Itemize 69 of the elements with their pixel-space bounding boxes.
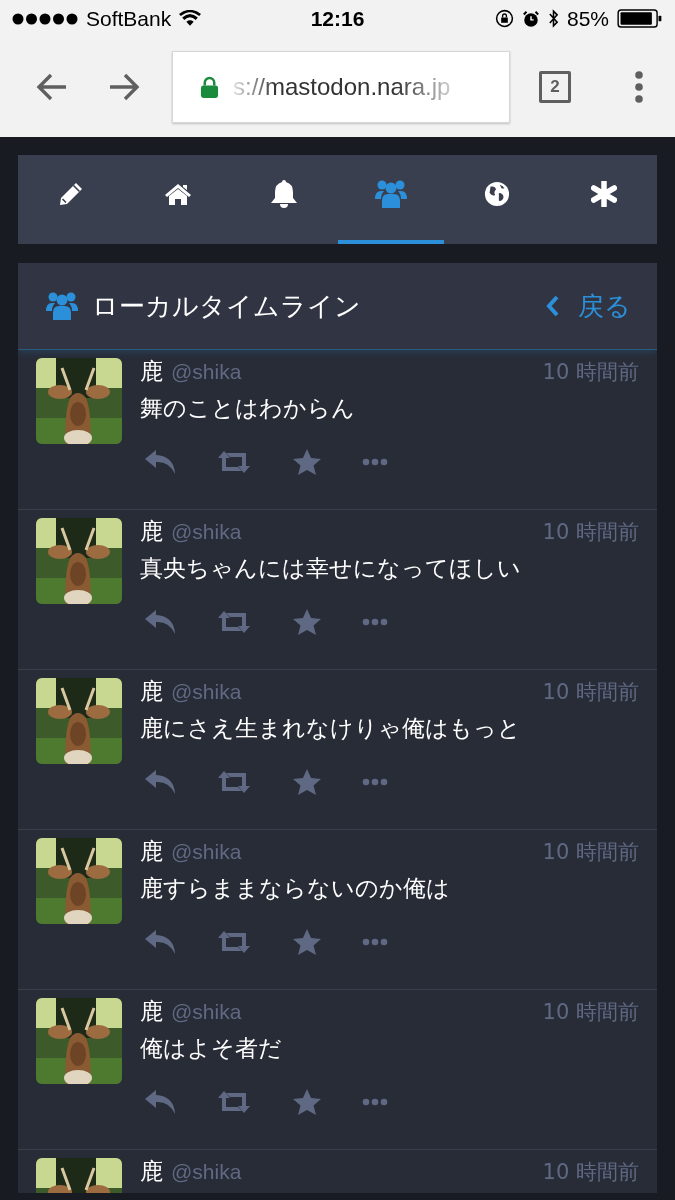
lock-icon [200, 75, 219, 99]
star-icon[interactable] [292, 768, 322, 796]
more-options-icon[interactable] [362, 1098, 388, 1106]
rotation-lock-icon [494, 9, 514, 28]
alarm-icon [521, 9, 540, 28]
username[interactable]: @shika [171, 360, 242, 384]
address-bar[interactable]: s://mastodon.nara.jp [172, 51, 510, 123]
reply-icon[interactable] [144, 929, 176, 955]
bluetooth-icon [547, 8, 559, 29]
bell-icon [270, 179, 299, 209]
boost-icon[interactable] [216, 1090, 252, 1114]
more-options-icon[interactable] [362, 458, 388, 466]
boost-icon[interactable] [216, 930, 252, 954]
username[interactable]: @shika [171, 1160, 242, 1184]
star-icon[interactable] [292, 608, 322, 636]
more-options-icon[interactable] [362, 618, 388, 626]
timestamp[interactable]: 10 時間前 [542, 518, 639, 546]
display-name[interactable]: 鹿 [140, 996, 163, 1027]
signal-icon [12, 12, 78, 25]
boost-icon[interactable] [216, 770, 252, 794]
menu-icon[interactable] [634, 70, 644, 104]
status-text: 俺はよそ者だ [140, 1034, 283, 1063]
username[interactable]: @shika [171, 520, 242, 544]
reply-icon[interactable] [144, 769, 176, 795]
display-name[interactable]: 鹿 [140, 356, 163, 387]
display-name[interactable]: 鹿 [140, 676, 163, 707]
star-icon[interactable] [292, 928, 322, 956]
status-text: 舞のことはわからん [140, 394, 356, 423]
star-icon[interactable] [292, 448, 322, 476]
users-icon [46, 291, 78, 321]
battery-percent: 85% [566, 6, 609, 31]
status-text: 鹿にさえ生まれなけりゃ俺はもっと [140, 714, 522, 743]
timestamp[interactable]: 10 時間前 [542, 358, 639, 386]
carrier-name: SoftBank [86, 6, 172, 31]
timestamp[interactable]: 10 時間前 [542, 838, 639, 866]
timestamp[interactable]: 10 時間前 [542, 998, 639, 1026]
forward-arrow-icon[interactable] [108, 73, 140, 101]
globe-icon [484, 181, 511, 207]
timestamp[interactable]: 10 時間前 [542, 1158, 639, 1186]
timestamp[interactable]: 10 時間前 [542, 678, 639, 706]
more-options-icon[interactable] [362, 938, 388, 946]
tab-count-button[interactable]: 2 [539, 71, 571, 103]
username[interactable]: @shika [171, 1000, 242, 1024]
wifi-icon [179, 10, 202, 27]
back-arrow-icon[interactable] [36, 73, 68, 101]
back-button[interactable]: 戻る [546, 288, 631, 324]
column-title: ローカルタイムライン [92, 289, 361, 323]
star-icon[interactable] [292, 1088, 322, 1116]
pencil-icon [58, 181, 85, 207]
asterisk-icon [590, 181, 617, 207]
display-name[interactable]: 鹿 [140, 516, 163, 547]
display-name[interactable]: 鹿 [140, 836, 163, 867]
url-text: s://mastodon.nara.jp [233, 73, 451, 101]
chevron-left-icon [546, 295, 560, 317]
reply-icon[interactable] [144, 1089, 176, 1115]
more-options-icon[interactable] [362, 778, 388, 786]
reply-icon[interactable] [144, 449, 176, 475]
status-text: 真央ちゃんには幸せになってほしい [140, 554, 522, 583]
users-icon [374, 179, 407, 209]
display-name[interactable]: 鹿 [140, 1156, 163, 1187]
status-text: 鹿すらままならないのか俺は [140, 874, 451, 903]
reply-icon[interactable] [144, 609, 176, 635]
username[interactable]: @shika [171, 840, 242, 864]
battery-icon [617, 9, 663, 28]
username[interactable]: @shika [171, 680, 242, 704]
boost-icon[interactable] [216, 450, 252, 474]
home-icon [163, 183, 192, 205]
boost-icon[interactable] [216, 610, 252, 634]
clock: 12:16 [310, 6, 365, 31]
